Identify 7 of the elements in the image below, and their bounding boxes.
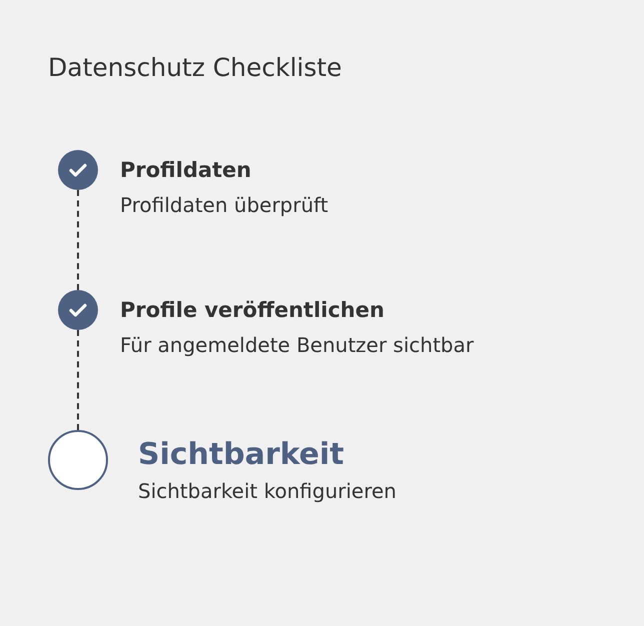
step-description: Profildaten überprüft	[120, 192, 328, 219]
step-description: Sichtbarkeit konfigurieren	[138, 478, 396, 505]
step-description: Für angemeldete Benutzer sichtbar	[120, 332, 474, 359]
page-title: Datenschutz Checkliste	[48, 52, 343, 84]
step-title: Sichtbarkeit	[138, 436, 344, 474]
step-title: Profildaten	[120, 157, 252, 184]
step-title: Profile veröffentlichen	[120, 297, 384, 324]
